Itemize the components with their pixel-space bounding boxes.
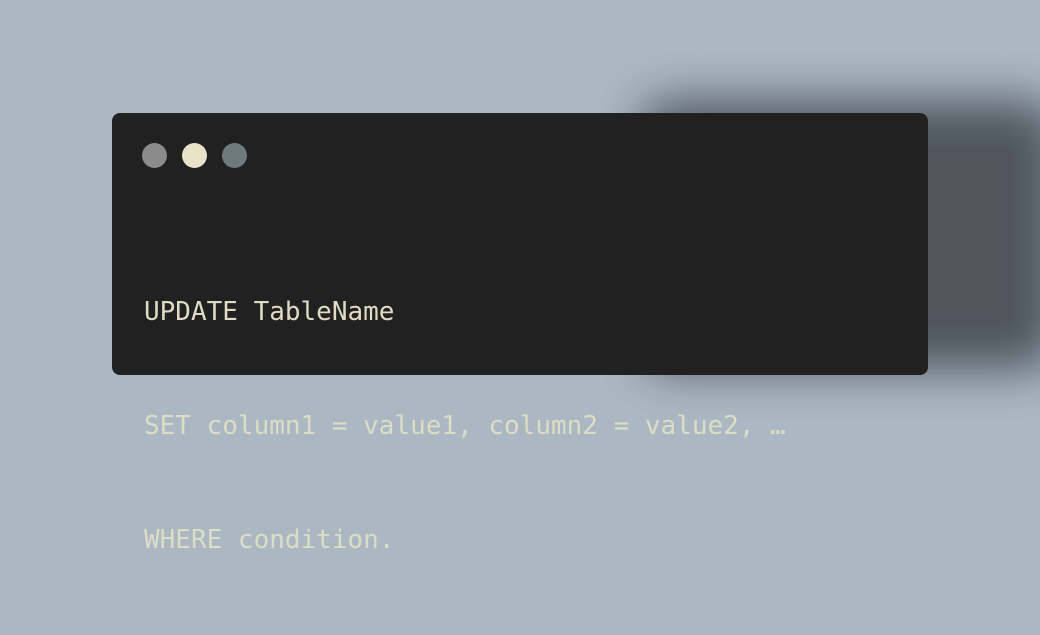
code-window: UPDATE TableName SET column1 = value1, c… [112, 113, 928, 555]
code-line: UPDATE TableName [144, 297, 395, 327]
window-dot-cream [182, 143, 207, 168]
code-line: SET column1 = value1, column2 = value2, … [144, 411, 786, 441]
window-dot-gray [142, 143, 167, 168]
window-controls [142, 143, 247, 168]
code-block: UPDATE TableName SET column1 = value1, c… [144, 217, 786, 635]
window-dot-slate [222, 143, 247, 168]
code-line: WHERE condition. [144, 525, 395, 555]
